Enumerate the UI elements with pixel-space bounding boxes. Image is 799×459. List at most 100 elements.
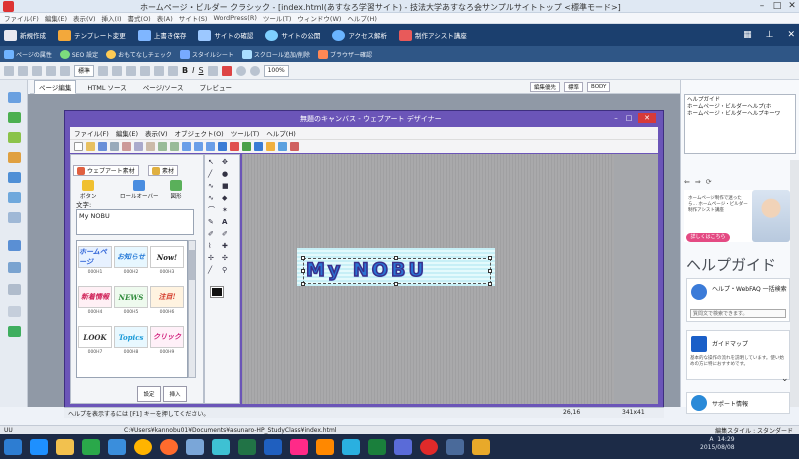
image-icon[interactable] [8, 132, 21, 143]
menu-wordpress[interactable]: WordPress(R) [213, 14, 256, 22]
line-tool-icon[interactable]: ╱ [208, 170, 221, 178]
style-swatch[interactable]: LOOK [78, 326, 112, 348]
text-tool-icon[interactable]: A [222, 218, 235, 226]
resize-handle[interactable] [394, 282, 398, 286]
eyedropper-tool-icon[interactable]: ✚ [222, 242, 235, 250]
new-canvas-icon[interactable] [74, 142, 83, 151]
menu-tools[interactable]: ツール(T) [263, 13, 292, 23]
eraser-tool-icon[interactable]: ✐ [222, 230, 235, 238]
menu-window[interactable]: ウィンドウ(W) [297, 13, 341, 23]
stylesheet-button[interactable]: スタイルシート [179, 49, 234, 59]
category-button[interactable]: ボタン [80, 180, 97, 200]
undo-icon[interactable] [158, 142, 167, 151]
zoom-in-icon[interactable] [235, 65, 246, 76]
redo-icon[interactable] [60, 65, 70, 76]
hpb-icon[interactable] [290, 438, 308, 455]
effect-tool-icon[interactable]: ✣ [222, 254, 235, 262]
menu-view[interactable]: 表示(V) [73, 13, 96, 23]
media-icon[interactable] [186, 438, 204, 455]
designer-minimize-button[interactable]: – [610, 113, 622, 123]
gadget-icon[interactable] [8, 326, 21, 337]
brush-tool-icon[interactable]: ✐ [208, 230, 221, 238]
curve-tool-icon[interactable]: ∿ [208, 182, 221, 190]
chevron-down-icon[interactable]: ⌄ [781, 374, 789, 384]
viewer-icon[interactable] [446, 438, 464, 455]
designer-menu-help[interactable]: ヘルプ(H) [266, 128, 295, 138]
minimize-button[interactable]: – [755, 1, 769, 12]
grid-icon[interactable] [194, 142, 203, 151]
copy-icon[interactable] [18, 65, 28, 76]
app-icon[interactable] [108, 438, 126, 455]
browser-check-button[interactable]: ブラウザー確認 [317, 49, 372, 59]
align-icon[interactable] [242, 142, 251, 151]
maximize-button[interactable]: □ [770, 1, 784, 12]
windows-start-icon[interactable] [4, 438, 22, 455]
designer-menu-file[interactable]: ファイル(F) [74, 128, 109, 138]
style-swatch[interactable]: Topics [114, 326, 148, 348]
tree-item[interactable]: ホームページ・ビルダーヘルプキーワ [687, 111, 793, 118]
color-swatch[interactable] [210, 286, 224, 298]
menu-help[interactable]: ヘルプ(H) [347, 13, 376, 23]
layout-icon[interactable] [8, 262, 21, 273]
designer-menu-edit[interactable]: 編集(E) [116, 128, 138, 138]
ad-details-button[interactable]: 詳しくはこちら [686, 233, 730, 242]
banner-text[interactable]: My NOBU [305, 257, 491, 283]
resize-handle[interactable] [488, 256, 492, 260]
fill-tool-icon[interactable]: ⌇ [208, 242, 221, 250]
underline-button[interactable]: S [198, 66, 203, 75]
resize-handle[interactable] [394, 256, 398, 260]
list-icon[interactable] [154, 65, 165, 76]
help-search-input[interactable]: 質問文で検索できます。 [690, 309, 786, 318]
ftp-icon[interactable] [342, 438, 360, 455]
ellipse-tool-icon[interactable]: ● [222, 170, 235, 178]
blank-page-icon[interactable] [8, 306, 21, 317]
menu-site[interactable]: サイト(S) [179, 13, 208, 23]
menu-format[interactable]: 書式(O) [128, 13, 151, 23]
template-change-button[interactable]: テンプレート変更 [58, 29, 126, 41]
webart-icon[interactable] [316, 438, 334, 455]
form-icon[interactable] [8, 212, 21, 223]
polygon-tool-icon[interactable]: ◆ [222, 194, 235, 202]
save-icon[interactable] [98, 142, 107, 151]
system-tray[interactable]: A 14:29 2015/08/08 [700, 436, 735, 452]
ps-icon[interactable] [264, 438, 282, 455]
font-size-icon[interactable] [207, 65, 218, 76]
resize-handle[interactable] [301, 282, 305, 286]
frame-icon[interactable] [8, 240, 21, 251]
cut-icon[interactable] [4, 65, 14, 76]
link-icon[interactable] [8, 172, 21, 183]
excel-icon[interactable] [368, 438, 386, 455]
table-icon[interactable] [8, 192, 21, 203]
mode-select[interactable]: 標準 [564, 82, 584, 92]
designer-menu-object[interactable]: オブジェクト(O) [175, 128, 224, 138]
back-icon[interactable]: ⇐ [684, 178, 690, 186]
resize-handle[interactable] [301, 256, 305, 260]
align-right-icon[interactable] [126, 65, 137, 76]
ime-indicator[interactable]: A [709, 436, 713, 443]
analytics-button[interactable]: アクセス解析 [332, 29, 387, 41]
designer-menu-view[interactable]: 表示(V) [145, 128, 168, 138]
tree-item[interactable]: ヘルプガイド [687, 97, 793, 104]
undo-icon[interactable] [46, 65, 56, 76]
designer-close-button[interactable]: ✕ [638, 113, 656, 123]
draw-tool-icon[interactable]: ╱ [208, 266, 221, 274]
tool-icon[interactable] [394, 438, 412, 455]
table-icon[interactable] [168, 65, 179, 76]
tab-page-source[interactable]: ページ/ソース [138, 80, 189, 94]
arc-tool-icon[interactable]: ⌒ [208, 206, 221, 214]
rect-tool-icon[interactable]: ■ [222, 182, 235, 190]
tab-page-edit[interactable]: ページ編集 [34, 79, 77, 94]
star-tool-icon[interactable]: ✶ [222, 206, 235, 214]
swatch-scroll-thumb[interactable] [189, 250, 195, 280]
page-attributes-button[interactable]: ページの属性 [4, 49, 52, 59]
tab-material[interactable]: 素材 [148, 165, 179, 176]
edit-priority-select[interactable]: 編集優先 [530, 82, 561, 92]
copy-icon[interactable] [134, 142, 143, 151]
app-icon[interactable] [3, 1, 14, 12]
resize-handle[interactable] [488, 282, 492, 286]
close-button[interactable]: ✕ [785, 1, 799, 12]
firefox-icon[interactable] [160, 438, 178, 455]
tab-html-source[interactable]: HTML ソース [82, 80, 131, 94]
style-select[interactable]: 標準 [74, 64, 95, 77]
pen-tool-icon[interactable]: ✎ [208, 218, 221, 226]
